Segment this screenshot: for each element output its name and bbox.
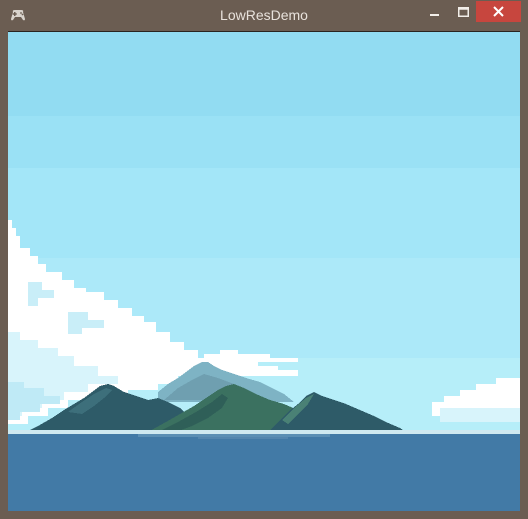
- maximize-icon: [457, 6, 469, 17]
- window-title: LowResDemo: [220, 7, 308, 23]
- pixel-art-scene: [8, 32, 520, 511]
- gamepad-icon: [11, 10, 25, 21]
- close-icon: [493, 6, 504, 17]
- maximize-button[interactable]: [450, 1, 476, 22]
- close-button[interactable]: [476, 1, 521, 22]
- sea: [8, 434, 520, 511]
- sky-band: [8, 32, 520, 116]
- app-window: LowResDemo: [0, 0, 528, 519]
- game-viewport[interactable]: [8, 31, 520, 511]
- sky-band: [8, 116, 520, 168]
- sea-reflection: [138, 434, 330, 437]
- title-bar[interactable]: LowResDemo: [0, 0, 528, 31]
- horizon-line: [8, 430, 520, 434]
- minimize-icon: [430, 13, 439, 16]
- sky-band: [8, 168, 520, 258]
- sea-reflection: [198, 437, 288, 439]
- minimize-button[interactable]: [422, 1, 448, 22]
